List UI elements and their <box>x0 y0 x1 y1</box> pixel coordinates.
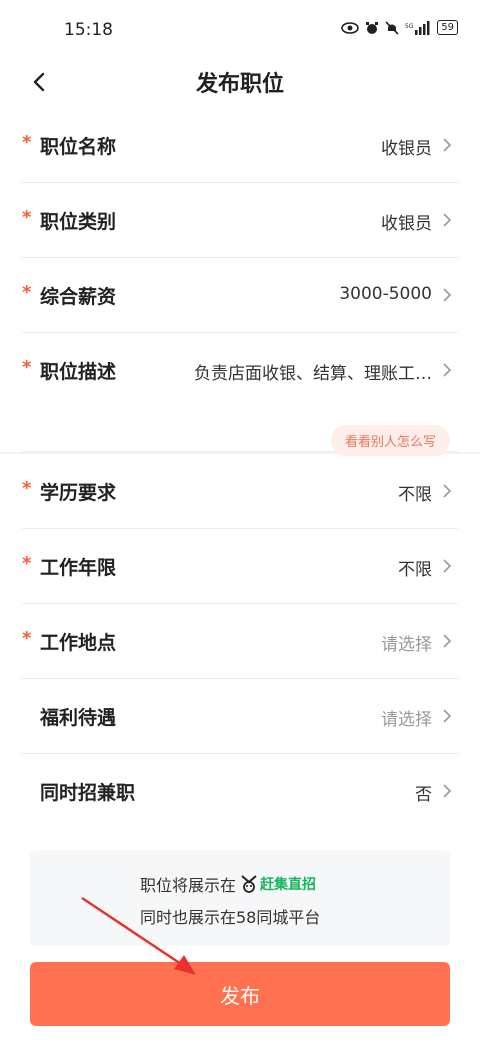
field-label: 同时招兼职 <box>40 782 136 804</box>
chevron-right-icon <box>443 709 452 723</box>
required-mark: * <box>22 282 32 303</box>
required-mark: * <box>22 132 32 153</box>
field-label: 职位类别 <box>40 211 117 233</box>
brand-badge: 赶集直招 <box>240 874 316 894</box>
see-others-button[interactable]: 看看别人怎么写 <box>330 425 450 456</box>
eye-icon <box>341 21 360 34</box>
mute-icon <box>385 20 399 35</box>
info-text: 职位将展示在 <box>140 876 237 895</box>
info-line-1: 职位将展示在 赶集直招 <box>140 872 316 896</box>
field-label: 职位名称 <box>40 136 117 158</box>
field-label: 工作地点 <box>40 632 117 654</box>
field-value: 不限 <box>398 560 432 580</box>
form-row-benefits[interactable]: 福利待遇 请选择 <box>22 679 458 754</box>
chevron-right-icon <box>443 484 452 498</box>
chevron-right-icon <box>443 213 452 227</box>
field-value: 负责店面收银、结算、理账工… <box>194 364 432 384</box>
form-row-salary[interactable]: * 综合薪资 3000-5000 <box>22 258 458 333</box>
chevron-right-icon <box>443 288 452 302</box>
form-row-location[interactable]: * 工作地点 请选择 <box>22 604 458 679</box>
status-bar: 15:18 5G 59 <box>0 0 480 62</box>
required-mark: * <box>22 478 32 499</box>
field-value: 请选择 <box>381 635 432 655</box>
field-value: 3000-5000 <box>339 284 432 304</box>
job-form: * 职位名称 收银员 * 职位类别 收银员 * 综合薪资 3000-5000 *… <box>0 108 480 828</box>
alarm-icon <box>366 21 379 34</box>
field-label: 学历要求 <box>40 482 117 504</box>
svg-text:5G: 5G <box>405 23 414 30</box>
field-value: 不限 <box>398 485 432 505</box>
form-row-experience[interactable]: * 工作年限 不限 <box>22 529 458 604</box>
field-label: 工作年限 <box>40 557 117 579</box>
platform-info-card: 职位将展示在 赶集直招 同时也展示在58同城平台 <box>30 850 450 946</box>
chevron-right-icon <box>443 138 452 152</box>
info-line-2: 同时也展示在58同城平台 <box>140 908 321 927</box>
nav-bar: 发布职位 <box>0 62 480 102</box>
required-mark: * <box>22 553 32 574</box>
brand-name: 赶集直招 <box>260 877 317 893</box>
form-row-part-time[interactable]: 同时招兼职 否 <box>22 754 458 828</box>
field-value: 请选择 <box>381 710 432 730</box>
status-icons: 5G 59 <box>341 20 458 35</box>
chevron-right-icon <box>443 634 452 648</box>
brand-logo-icon <box>241 875 257 893</box>
form-row-job-category[interactable]: * 职位类别 收银员 <box>22 183 458 258</box>
field-value: 收银员 <box>381 139 432 159</box>
required-mark: * <box>22 207 32 228</box>
field-label: 职位描述 <box>40 361 117 383</box>
required-mark: * <box>22 628 32 649</box>
battery-icon: 59 <box>437 20 458 35</box>
chevron-right-icon <box>443 363 452 377</box>
field-label: 福利待遇 <box>40 707 117 729</box>
page-title: 发布职位 <box>195 72 284 97</box>
chevron-right-icon <box>443 784 452 798</box>
signal-icon: 5G <box>405 20 430 35</box>
form-row-job-description[interactable]: * 职位描述 负责店面收银、结算、理账工… 看看别人怎么写 <box>22 333 458 456</box>
publish-button[interactable]: 发布 <box>30 962 450 1026</box>
form-row-job-name[interactable]: * 职位名称 收银员 <box>22 108 458 183</box>
required-mark: * <box>22 357 32 378</box>
bottom-area: 职位将展示在 赶集直招 同时也展示在58同城平台 发布 <box>0 828 480 1046</box>
chevron-right-icon <box>443 559 452 573</box>
form-row-education[interactable]: * 学历要求 不限 <box>22 454 458 529</box>
field-value: 否 <box>415 785 432 805</box>
field-value: 收银员 <box>381 214 432 234</box>
field-label: 综合薪资 <box>40 286 117 308</box>
status-time: 15:18 <box>64 20 113 40</box>
